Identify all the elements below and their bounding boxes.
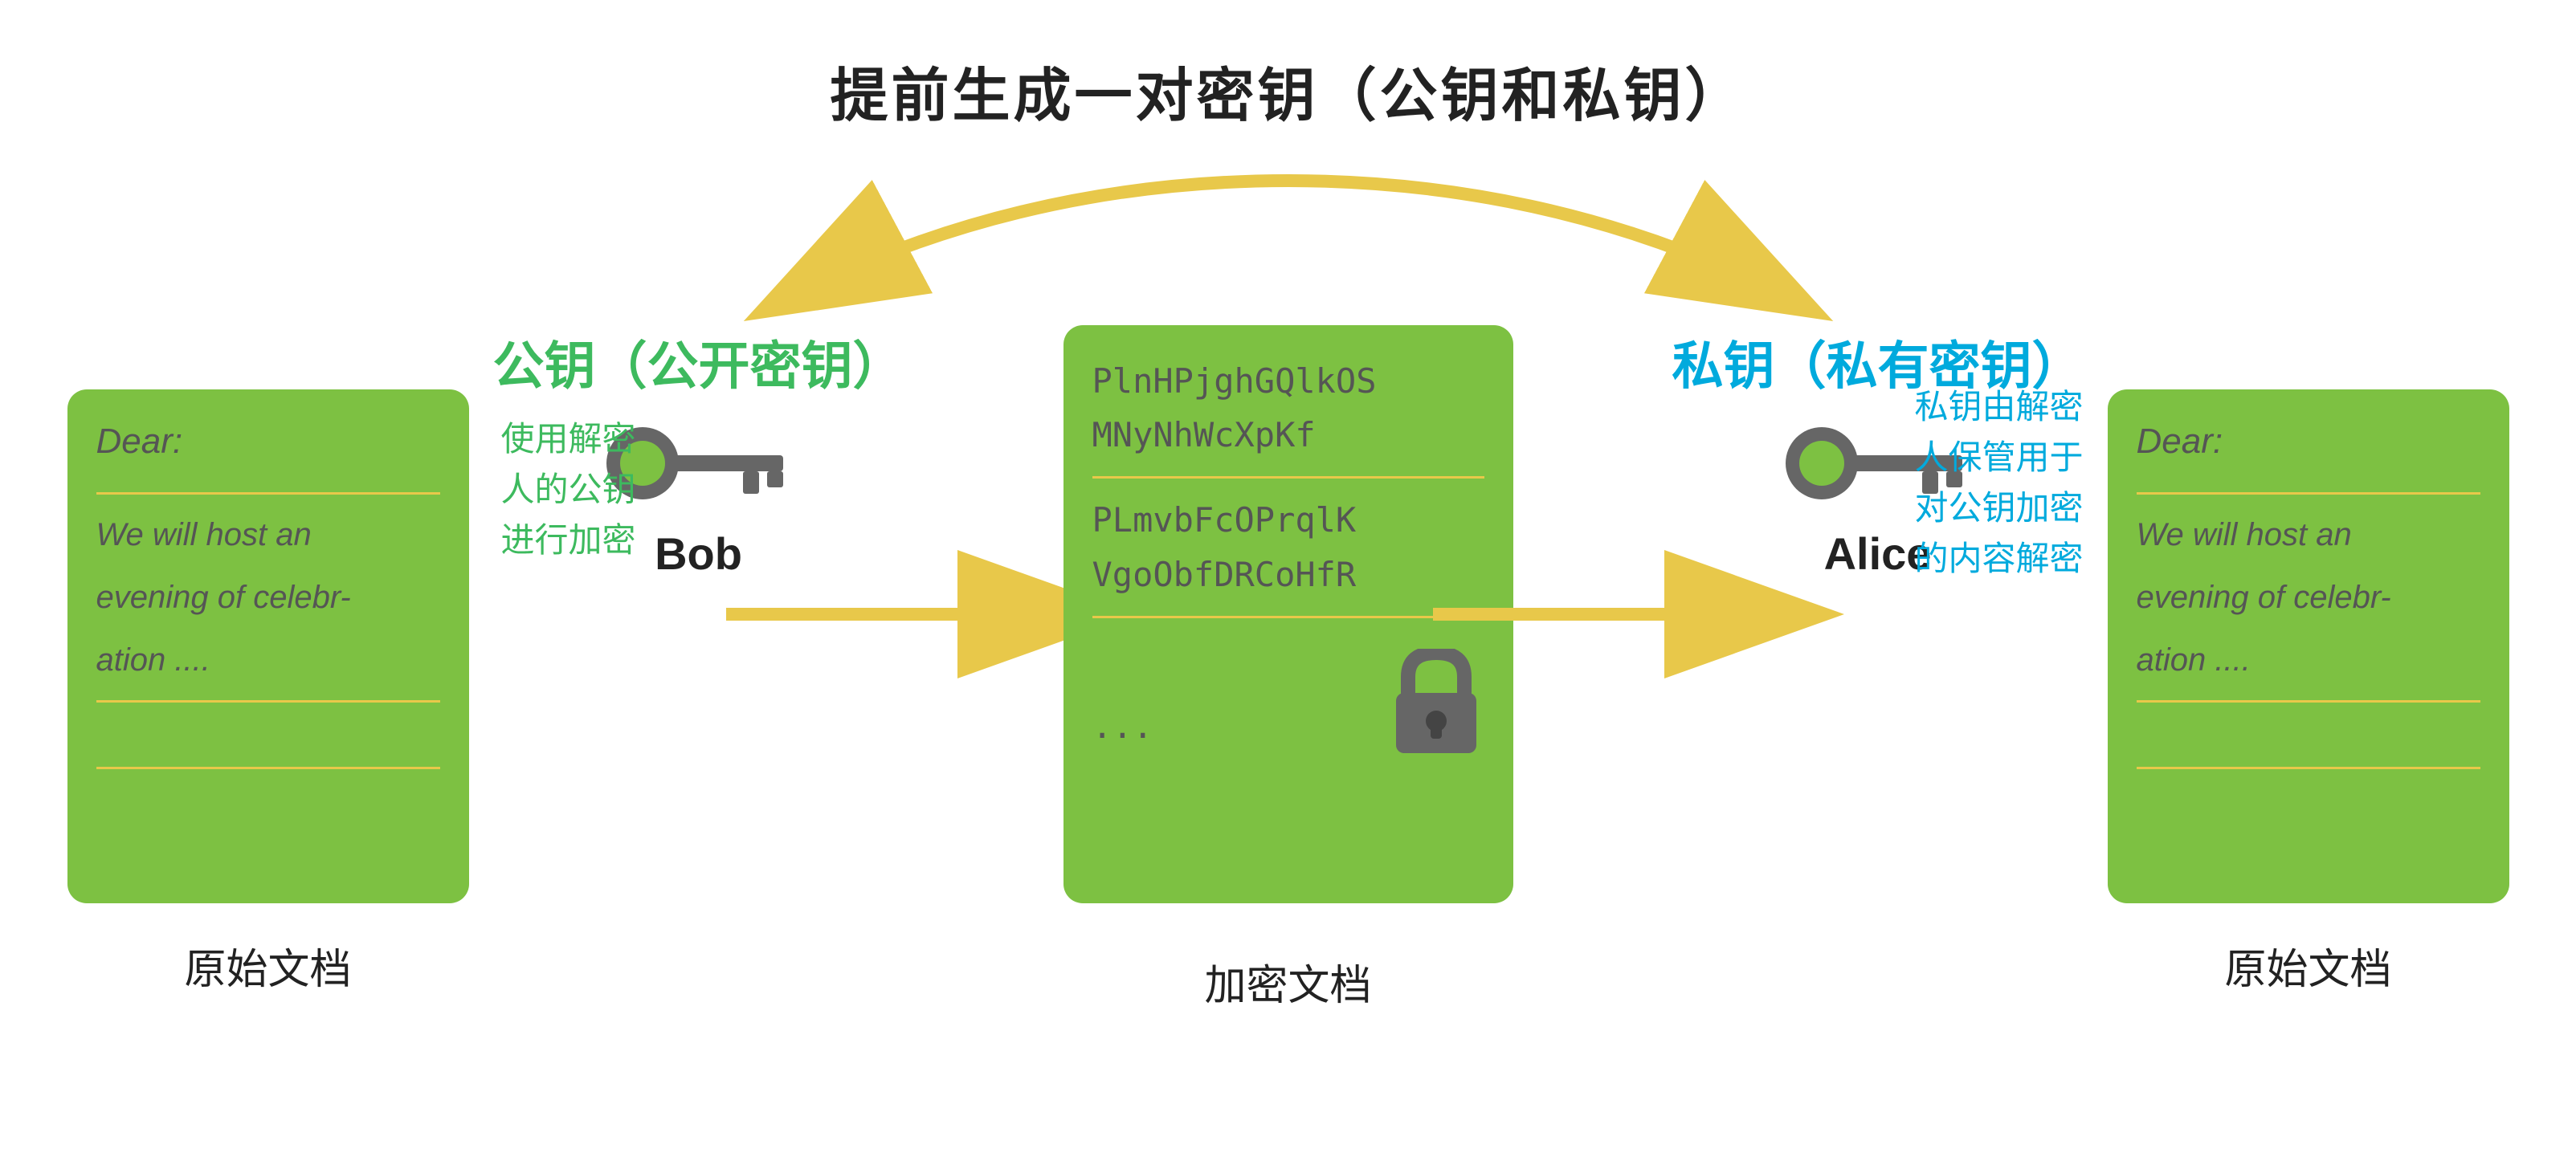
bob-label: Bob <box>655 528 742 580</box>
enc-sep1 <box>1092 476 1484 479</box>
doc-line3-right: ation .... <box>2137 636 2480 684</box>
doc-line1-right: We will host an <box>2137 511 2480 559</box>
enc-sep2 <box>1092 616 1484 618</box>
enc-line4: VgoObfDRCoHfR <box>1092 548 1484 601</box>
underline-1 <box>96 492 440 495</box>
page-title: 提前生成一对密钥（公钥和私钥） <box>830 48 1745 132</box>
underline-r3 <box>2137 767 2480 769</box>
doc-line2-right: evening of celebr- <box>2137 573 2480 621</box>
enc-ellipsis: ... <box>1092 699 1153 753</box>
annotation-green: 使用解密 人的公钥 进行加密 <box>501 414 636 565</box>
enc-line1: PlnHPjghGQlkOS <box>1092 354 1484 408</box>
main-container: 提前生成一对密钥（公钥和私钥） Dear: We will host an ev… <box>0 0 2576 1157</box>
doc-label-center: 加密文档 <box>1204 951 1371 1012</box>
doc-dear-right: Dear: <box>2137 422 2480 462</box>
enc-line2: MNyNhWcXpKf <box>1092 408 1484 462</box>
doc-card-left: Dear: We will host an evening of celebr-… <box>67 389 469 903</box>
annotation-blue: 私钥由解密 人保管用于 对公钥加密 的内容解密 <box>1914 381 2083 584</box>
enc-line3: PLmvbFcOPrqlK <box>1092 493 1484 547</box>
underline-r1 <box>2137 492 2480 495</box>
diagram-area: Dear: We will host an evening of celebr-… <box>43 165 2533 1157</box>
arrow-enc-to-alice <box>1433 582 1851 646</box>
doc-label-left: 原始文档 <box>67 935 469 996</box>
doc-label-right: 原始文档 <box>2108 935 2509 996</box>
doc-line2-left: evening of celebr- <box>96 573 440 621</box>
underline-2 <box>96 700 440 703</box>
doc-card-right: Dear: We will host an evening of celebr-… <box>2108 389 2509 903</box>
public-key-label: 公钥（公开密钥） <box>493 325 904 399</box>
lock-icon <box>1388 649 1484 753</box>
doc-line3-left: ation .... <box>96 636 440 684</box>
doc-dear-left: Dear: <box>96 422 440 462</box>
underline-r2 <box>2137 700 2480 703</box>
underline-3 <box>96 767 440 769</box>
doc-line1-left: We will host an <box>96 511 440 559</box>
